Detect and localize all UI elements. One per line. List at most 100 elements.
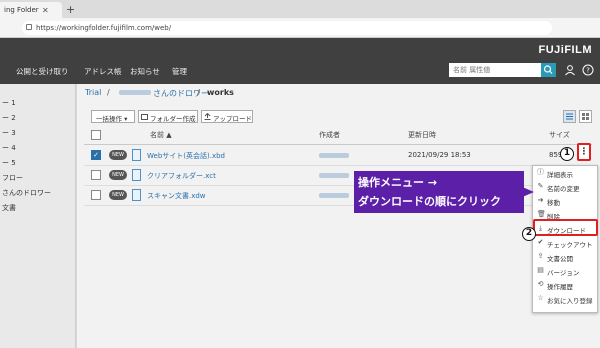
user-icon[interactable] <box>564 64 576 76</box>
sidebar-item[interactable]: さんのドロワー <box>2 188 51 198</box>
sidebar-item[interactable]: 文書 <box>2 203 16 213</box>
file-name[interactable]: スキャン文書.xdw <box>147 191 206 201</box>
row-checkbox[interactable] <box>91 170 101 180</box>
menu-label: バージョン <box>547 269 580 277</box>
column-updated[interactable]: 更新日時 <box>408 130 436 140</box>
step-2-marker: 2 <box>522 227 536 241</box>
menu-label: 文書公開 <box>547 255 573 263</box>
menu-label: 名前の変更 <box>547 185 580 193</box>
blurred-creator <box>319 173 349 178</box>
breadcrumb-separator: / <box>107 88 110 97</box>
download-highlight <box>533 219 598 236</box>
star-icon: ☆ <box>537 294 544 302</box>
trash-icon: 🗑 <box>537 210 546 218</box>
file-name[interactable]: クリアフォルダー.xct <box>147 171 216 181</box>
menu-label: 詳細表示 <box>547 171 573 179</box>
menu-item-publish[interactable]: ⇪ 文書公開 <box>533 250 599 264</box>
info-icon: ⓘ <box>537 168 544 176</box>
browser-tab[interactable]: ing Folder ✕ <box>0 2 62 18</box>
browser-tab-bar: ing Folder ✕ + <box>0 0 600 18</box>
file-icon <box>132 149 141 161</box>
row-checkbox[interactable]: ✓ <box>91 150 101 160</box>
menu-label: 操作履歴 <box>547 283 573 291</box>
menu-label: お気に入り登録 <box>547 297 593 305</box>
new-badge: NEW <box>109 170 127 180</box>
tab-title: ing Folder <box>4 6 39 14</box>
breadcrumb-current: works <box>207 88 234 97</box>
menu-item-checkout[interactable]: ✔ チェックアウト <box>533 236 599 250</box>
folder-plus-icon <box>141 114 148 120</box>
pencil-icon: ✎ <box>537 182 544 190</box>
brand-logo: FUJiFILM <box>538 44 592 56</box>
list-view-icon <box>566 113 573 120</box>
history-icon: ⟲ <box>537 280 544 288</box>
new-folder-button[interactable]: フォルダー作成 <box>138 110 198 123</box>
table-row[interactable]: ✓ NEW Webサイト(英会話).xbd 2021/09/29 18:53 8… <box>84 146 592 166</box>
blurred-creator <box>319 153 349 158</box>
new-badge: NEW <box>109 190 127 200</box>
upload-label: アップロード <box>213 115 252 123</box>
blurred-creator <box>319 193 349 198</box>
menu-label: 移動 <box>547 199 560 207</box>
lock-icon <box>26 24 32 30</box>
menu-item-version[interactable]: ▤ バージョン <box>533 264 599 278</box>
column-name[interactable]: 名前 ▲ <box>150 130 172 140</box>
file-icon <box>132 169 141 181</box>
move-icon: ➜ <box>537 196 544 204</box>
sidebar-item[interactable]: フロー <box>2 173 23 183</box>
breadcrumb-drawer[interactable]: さんのドロワー <box>153 88 209 99</box>
row-checkbox[interactable] <box>91 190 101 200</box>
menu-item-move[interactable]: ➜ 移動 <box>533 194 599 208</box>
step-1-marker: 1 <box>560 147 574 161</box>
svg-text:?: ? <box>586 67 590 75</box>
file-name[interactable]: Webサイト(英会話).xbd <box>147 151 225 161</box>
nav-notices[interactable]: お知らせ <box>130 66 160 77</box>
file-icon <box>132 189 141 201</box>
callout-line-1: 操作メニュー → <box>358 176 438 189</box>
new-folder-label: フォルダー作成 <box>150 115 196 123</box>
select-all-checkbox[interactable] <box>91 130 101 140</box>
sidebar-item[interactable]: ー 3 <box>2 128 16 138</box>
search-button[interactable] <box>541 63 556 77</box>
breadcrumb-separator: / <box>197 88 200 97</box>
nav-publish-receive[interactable]: 公開と受け取り <box>16 66 69 77</box>
publish-icon: ⇪ <box>537 252 544 260</box>
menu-label: チェックアウト <box>547 241 593 249</box>
sidebar-item[interactable]: ー 5 <box>2 158 16 168</box>
grid-view-button[interactable] <box>579 110 592 123</box>
file-date: 2021/09/29 18:53 <box>408 151 471 159</box>
header-divider <box>84 144 592 145</box>
url-text: https://workingfolder.fujifilm.com/web/ <box>36 24 172 32</box>
operation-menu-button[interactable]: ⋮ <box>577 143 591 161</box>
grid-view-icon <box>582 113 589 120</box>
callout-line-2: ダウンロードの順にクリック <box>358 195 501 208</box>
sidebar-item[interactable]: ー 4 <box>2 143 16 153</box>
list-view-button[interactable] <box>563 110 576 123</box>
column-size[interactable]: サイズ <box>549 130 570 140</box>
help-icon[interactable]: ? <box>582 64 594 76</box>
menu-item-favorite[interactable]: ☆ お気に入り登録 <box>533 292 599 306</box>
address-bar: https://workingfolder.fujifilm.com/web/ <box>0 18 600 38</box>
bulk-action-button[interactable]: 一括操作 ▾ <box>91 110 135 123</box>
menu-item-history[interactable]: ⟲ 操作履歴 <box>533 278 599 292</box>
search-input[interactable] <box>449 63 541 77</box>
sidebar: ー 1 ー 2 ー 3 ー 4 ー 5 フロー さんのドロワー 文書 <box>0 84 76 348</box>
app-header: FUJiFILM 公開と受け取り アドレス帳 お知らせ 管理 <box>0 38 600 84</box>
column-creator[interactable]: 作成者 <box>319 130 340 140</box>
search-icon <box>543 65 553 74</box>
blurred-username <box>119 90 151 95</box>
nav-address-book[interactable]: アドレス帳 <box>84 66 122 77</box>
close-tab-icon[interactable]: ✕ <box>42 6 49 15</box>
sidebar-item[interactable]: ー 2 <box>2 113 16 123</box>
sidebar-item[interactable]: ー 1 <box>2 98 16 108</box>
checkout-icon: ✔ <box>537 238 544 246</box>
menu-item-details[interactable]: ⓘ 詳細表示 <box>533 166 599 180</box>
breadcrumb-root[interactable]: Trial <box>85 88 101 97</box>
nav-admin[interactable]: 管理 <box>172 66 187 77</box>
upload-icon <box>204 113 211 120</box>
new-tab-button[interactable]: + <box>66 3 75 16</box>
menu-item-rename[interactable]: ✎ 名前の変更 <box>533 180 599 194</box>
new-badge: NEW <box>109 150 127 160</box>
upload-button[interactable]: アップロード <box>201 110 253 123</box>
url-field[interactable]: https://workingfolder.fujifilm.com/web/ <box>22 21 552 35</box>
